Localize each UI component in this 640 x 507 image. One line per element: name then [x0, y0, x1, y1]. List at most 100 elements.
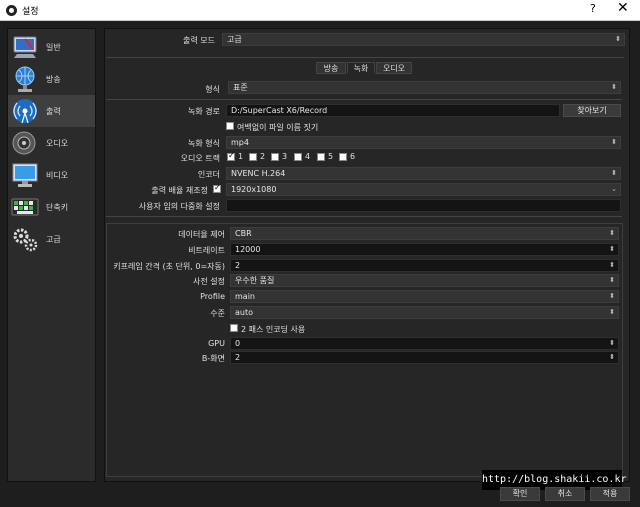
- spin-icon[interactable]: ⬍: [609, 338, 615, 349]
- ok-button[interactable]: 확인: [500, 487, 540, 501]
- keyboard-icon: [11, 198, 39, 216]
- sidebar-item-stream[interactable]: 방송: [8, 63, 95, 95]
- audio-track-6-checkbox[interactable]: [339, 153, 347, 161]
- rescale-output-label: 출력 배율 재조정: [151, 186, 208, 195]
- keyframe-interval-field[interactable]: 2 ⬍: [230, 259, 619, 272]
- b-frames-field[interactable]: 2 ⬍: [230, 351, 619, 364]
- globe-icon: [15, 66, 35, 92]
- browse-button[interactable]: 찾아보기: [563, 104, 621, 117]
- close-button[interactable]: ✕: [617, 0, 629, 16]
- recording-format-select[interactable]: mp4 ⬍: [226, 136, 621, 149]
- muxer-settings-field[interactable]: [226, 199, 621, 212]
- help-button[interactable]: ?: [590, 2, 596, 15]
- updown-icon: ⬍: [609, 292, 615, 300]
- no-space-filename-label: 여백없이 파일 이름 짓기: [237, 123, 319, 132]
- audio-track-5-label: 5: [328, 152, 334, 161]
- preset-select[interactable]: 우수한 품질 ⬍: [230, 274, 619, 287]
- audio-tracks-label: 오디오 트랙: [180, 154, 220, 163]
- encoder-select[interactable]: NVENC H.264 ⬍: [226, 167, 621, 180]
- level-label: 수준: [210, 309, 225, 318]
- window-title: 설정: [22, 7, 39, 17]
- audio-track-4-label: 4: [305, 152, 311, 161]
- audio-track-5-checkbox[interactable]: [317, 153, 325, 161]
- profile-label: Profile: [200, 292, 225, 301]
- sidebar-item-label: 비디오: [46, 171, 69, 180]
- type-label: 형식: [205, 85, 220, 94]
- title-bar: 설정 ? ✕: [0, 0, 640, 21]
- sidebar-item-label: 고급: [46, 235, 61, 244]
- type-select[interactable]: 표준 ⬍: [228, 81, 621, 94]
- profile-value: main: [235, 292, 255, 301]
- sidebar-item-video[interactable]: 비디오: [8, 159, 95, 191]
- encoder-value: NVENC H.264: [231, 169, 286, 178]
- broadcast-icon: [13, 99, 37, 124]
- sidebar-item-label: 일반: [46, 43, 61, 52]
- bitrate-value: 12000: [235, 245, 261, 254]
- rate-control-select[interactable]: CBR ⬍: [230, 227, 619, 240]
- cancel-button[interactable]: 취소: [545, 487, 585, 501]
- updown-icon: ⬍: [609, 276, 615, 284]
- spin-icon[interactable]: ⬍: [609, 352, 615, 363]
- divider: [106, 216, 622, 217]
- level-value: auto: [235, 308, 254, 317]
- spin-icon[interactable]: ⬍: [609, 260, 615, 271]
- sidebar-item-label: 단축키: [46, 203, 69, 212]
- divider: [106, 57, 624, 58]
- gpu-label: GPU: [208, 339, 225, 348]
- tab-audio[interactable]: 오디오: [376, 62, 412, 74]
- audio-track-2-checkbox[interactable]: [249, 153, 257, 161]
- chevron-down-icon: ⌄: [611, 185, 617, 193]
- audio-track-6-label: 6: [350, 152, 356, 161]
- sidebar-item-general[interactable]: 일반: [8, 31, 95, 63]
- monitor-icon: [13, 36, 37, 58]
- type-value: 표준: [233, 83, 248, 92]
- audio-track-3-label: 3: [282, 152, 288, 161]
- sidebar-item-label: 오디오: [46, 139, 69, 148]
- updown-icon: ⬍: [609, 229, 615, 237]
- profile-select[interactable]: main ⬍: [230, 290, 619, 303]
- output-mode-value: 고급: [227, 35, 242, 44]
- encoder-label: 인코더: [197, 170, 220, 179]
- keyframe-interval-value: 2: [235, 261, 241, 270]
- recording-path-field[interactable]: D:/SuperCast X6/Record: [226, 104, 560, 117]
- settings-sidebar: 일반 방송 출력 오디오 비디오 단축키 고급: [7, 28, 96, 482]
- preset-label: 사전 설정: [193, 277, 225, 286]
- audio-track-1-checkbox[interactable]: [227, 151, 235, 161]
- tab-recording[interactable]: 녹화: [347, 62, 375, 74]
- no-space-filename-checkbox[interactable]: [226, 122, 234, 130]
- gpu-value: 0: [235, 339, 241, 348]
- sidebar-item-audio[interactable]: 오디오: [8, 127, 95, 159]
- level-select[interactable]: auto ⬍: [230, 306, 619, 319]
- output-mode-select[interactable]: 고급 ⬍: [222, 33, 625, 46]
- sidebar-item-label: 방송: [46, 75, 61, 84]
- tab-stream[interactable]: 방송: [316, 62, 346, 74]
- bitrate-label: 비트레이트: [188, 246, 225, 255]
- bitrate-field[interactable]: 12000 ⬍: [230, 243, 619, 256]
- audio-track-3-checkbox[interactable]: [271, 153, 279, 161]
- sidebar-item-advanced[interactable]: 고급: [8, 223, 95, 255]
- rescale-resolution-select[interactable]: 1920x1080 ⌄: [226, 183, 621, 196]
- rescale-resolution-value: 1920x1080: [231, 185, 277, 194]
- rate-control-label: 데이터율 제어: [178, 230, 225, 239]
- audio-track-2-label: 2: [260, 152, 266, 161]
- audio-track-4-checkbox[interactable]: [294, 153, 302, 161]
- spin-icon[interactable]: ⬍: [609, 244, 615, 255]
- sidebar-item-hotkeys[interactable]: 단축키: [8, 191, 95, 223]
- audio-track-1-label: 1: [238, 152, 244, 161]
- output-mode-label: 출력 모드: [183, 36, 215, 45]
- sidebar-item-output[interactable]: 출력: [8, 95, 95, 127]
- updown-icon: ⬍: [611, 138, 617, 146]
- obs-logo-icon: [6, 5, 17, 16]
- two-pass-checkbox[interactable]: [230, 324, 238, 332]
- rate-control-value: CBR: [235, 229, 252, 238]
- apply-button[interactable]: 적용: [590, 487, 630, 501]
- two-pass-label: 2 패스 인코딩 사용: [241, 325, 306, 334]
- rescale-output-checkbox[interactable]: [213, 183, 221, 193]
- updown-icon: ⬍: [611, 83, 617, 91]
- gpu-field[interactable]: 0 ⬍: [230, 337, 619, 350]
- keyframe-interval-label: 키프레임 간격 (초 단위, 0=자동): [113, 262, 225, 271]
- speaker-icon: [12, 131, 36, 155]
- display-icon: [12, 163, 38, 187]
- recording-path-label: 녹화 경로: [188, 107, 220, 116]
- updown-icon: ⬍: [611, 169, 617, 177]
